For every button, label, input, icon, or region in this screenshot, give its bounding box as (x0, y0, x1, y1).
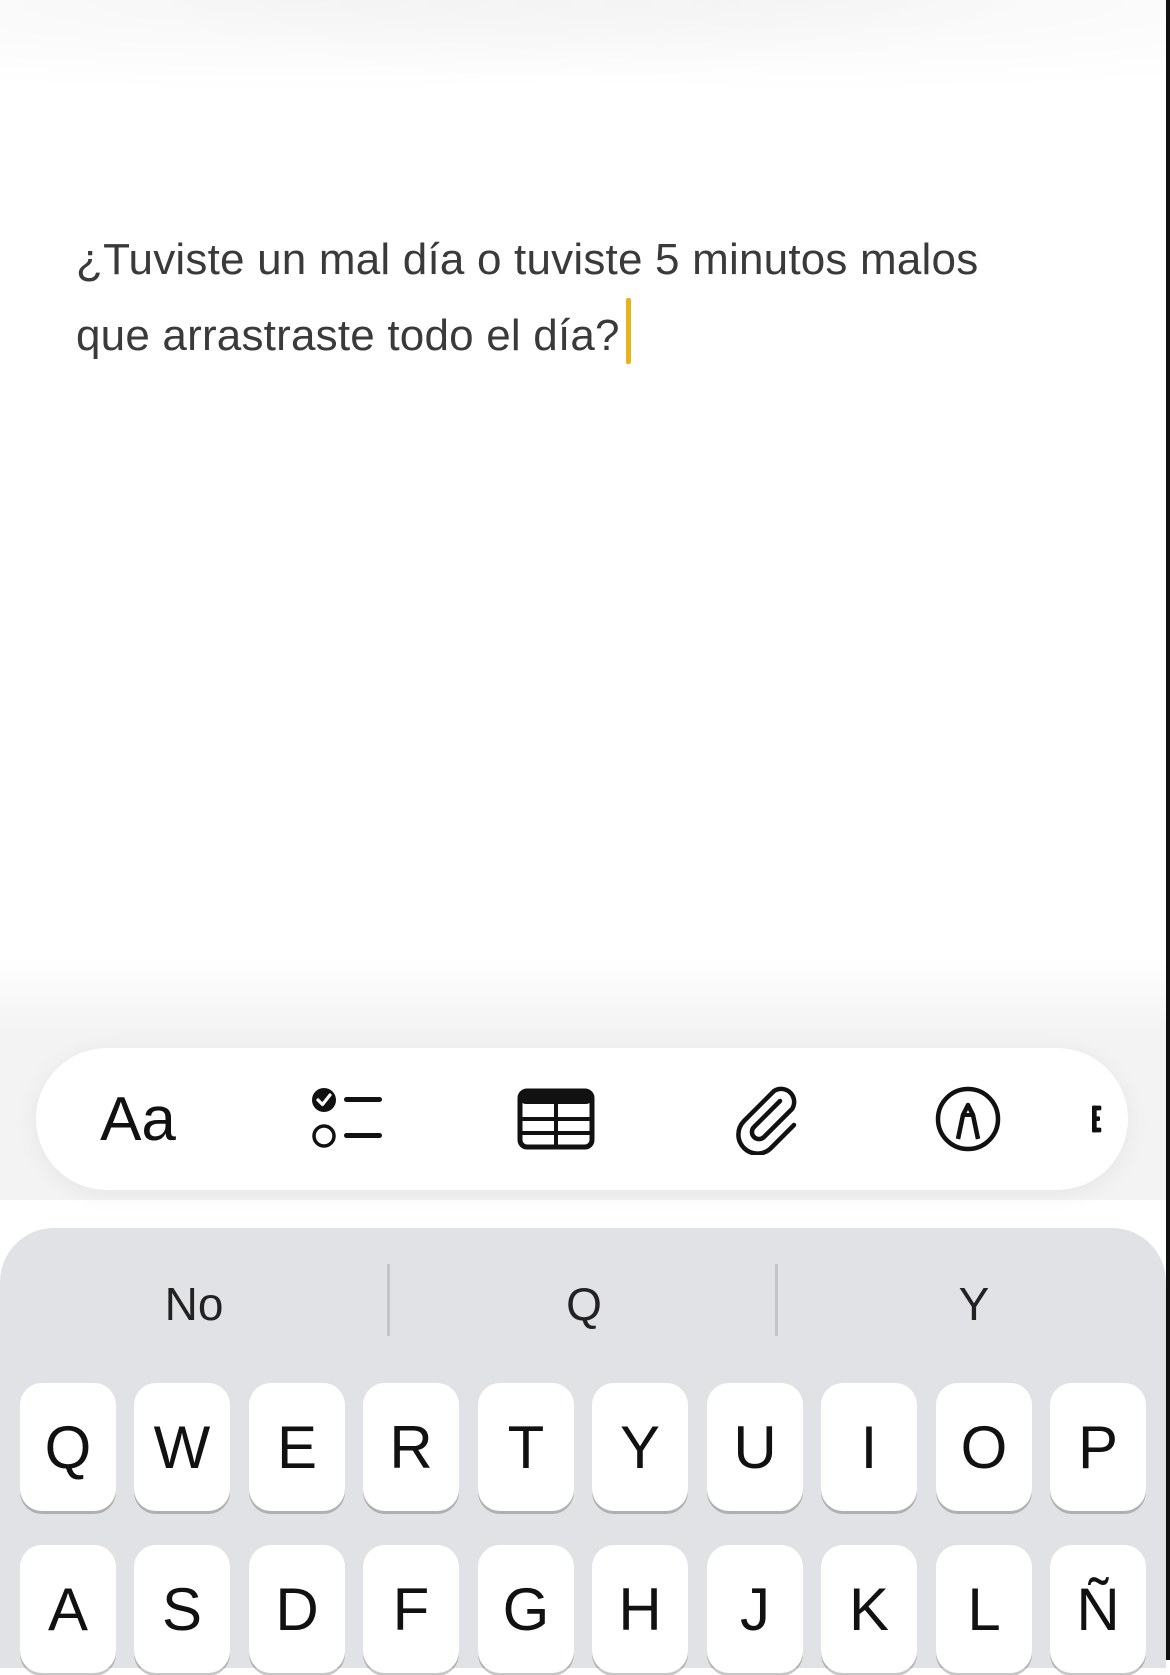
checklist-icon (312, 1088, 382, 1148)
key-g[interactable]: G (478, 1545, 574, 1673)
suggestion-divider (387, 1264, 390, 1336)
key-a[interactable]: A (20, 1545, 116, 1673)
key-row-1: Q W E R T Y U I O P (0, 1383, 1166, 1513)
key-e[interactable]: E (249, 1383, 345, 1511)
text-caret (625, 298, 631, 364)
key-f[interactable]: F (363, 1545, 459, 1673)
more-icon (1092, 1105, 1102, 1133)
keyboard: No Q Y Q W E R T Y U I O P A S D F G H J… (0, 1228, 1166, 1673)
suggestion-1[interactable]: No (14, 1264, 374, 1344)
key-h[interactable]: H (592, 1545, 688, 1673)
predictive-bar: No Q Y (0, 1228, 1166, 1378)
suggestion-2[interactable]: Q (404, 1264, 764, 1344)
table-button[interactable] (486, 1048, 626, 1190)
key-t[interactable]: T (478, 1383, 574, 1511)
key-row-2: A S D F G H J K L Ñ (0, 1545, 1166, 1675)
note-line-1: ¿Tuviste un mal día o tuviste 5 minutos … (76, 235, 979, 284)
key-l[interactable]: L (936, 1545, 1032, 1673)
key-k[interactable]: K (821, 1545, 917, 1673)
key-w[interactable]: W (134, 1383, 230, 1511)
suggestion-divider (775, 1264, 778, 1336)
key-n-tilde[interactable]: Ñ (1050, 1545, 1146, 1673)
table-icon (517, 1088, 595, 1150)
key-o[interactable]: O (936, 1383, 1032, 1511)
markup-pen-icon (935, 1086, 1001, 1152)
key-p[interactable]: P (1050, 1383, 1146, 1511)
format-text-button[interactable]: Aa (78, 1048, 198, 1190)
paperclip-icon (736, 1086, 797, 1155)
window-edge (1166, 0, 1170, 1660)
attach-button[interactable] (698, 1048, 838, 1190)
markup-button[interactable] (898, 1048, 1038, 1190)
key-d[interactable]: D (249, 1545, 345, 1673)
key-u[interactable]: U (707, 1383, 803, 1511)
more-tools-button[interactable] (1088, 1048, 1128, 1190)
key-s[interactable]: S (134, 1545, 230, 1673)
note-body[interactable]: ¿Tuviste un mal día o tuviste 5 minutos … (76, 222, 1106, 374)
formatting-toolbar: Aa (36, 1048, 1128, 1190)
key-r[interactable]: R (363, 1383, 459, 1511)
key-i[interactable]: I (821, 1383, 917, 1511)
top-fade (0, 0, 1170, 110)
note-line-2: que arrastraste todo el día? (76, 298, 1106, 374)
note-line-2-text: que arrastraste todo el día? (76, 311, 620, 360)
key-q[interactable]: Q (20, 1383, 116, 1511)
suggestion-3[interactable]: Y (794, 1264, 1154, 1344)
checklist-button[interactable] (280, 1048, 420, 1190)
format-text-label: Aa (100, 1084, 176, 1154)
key-y[interactable]: Y (592, 1383, 688, 1511)
key-j[interactable]: J (707, 1545, 803, 1673)
